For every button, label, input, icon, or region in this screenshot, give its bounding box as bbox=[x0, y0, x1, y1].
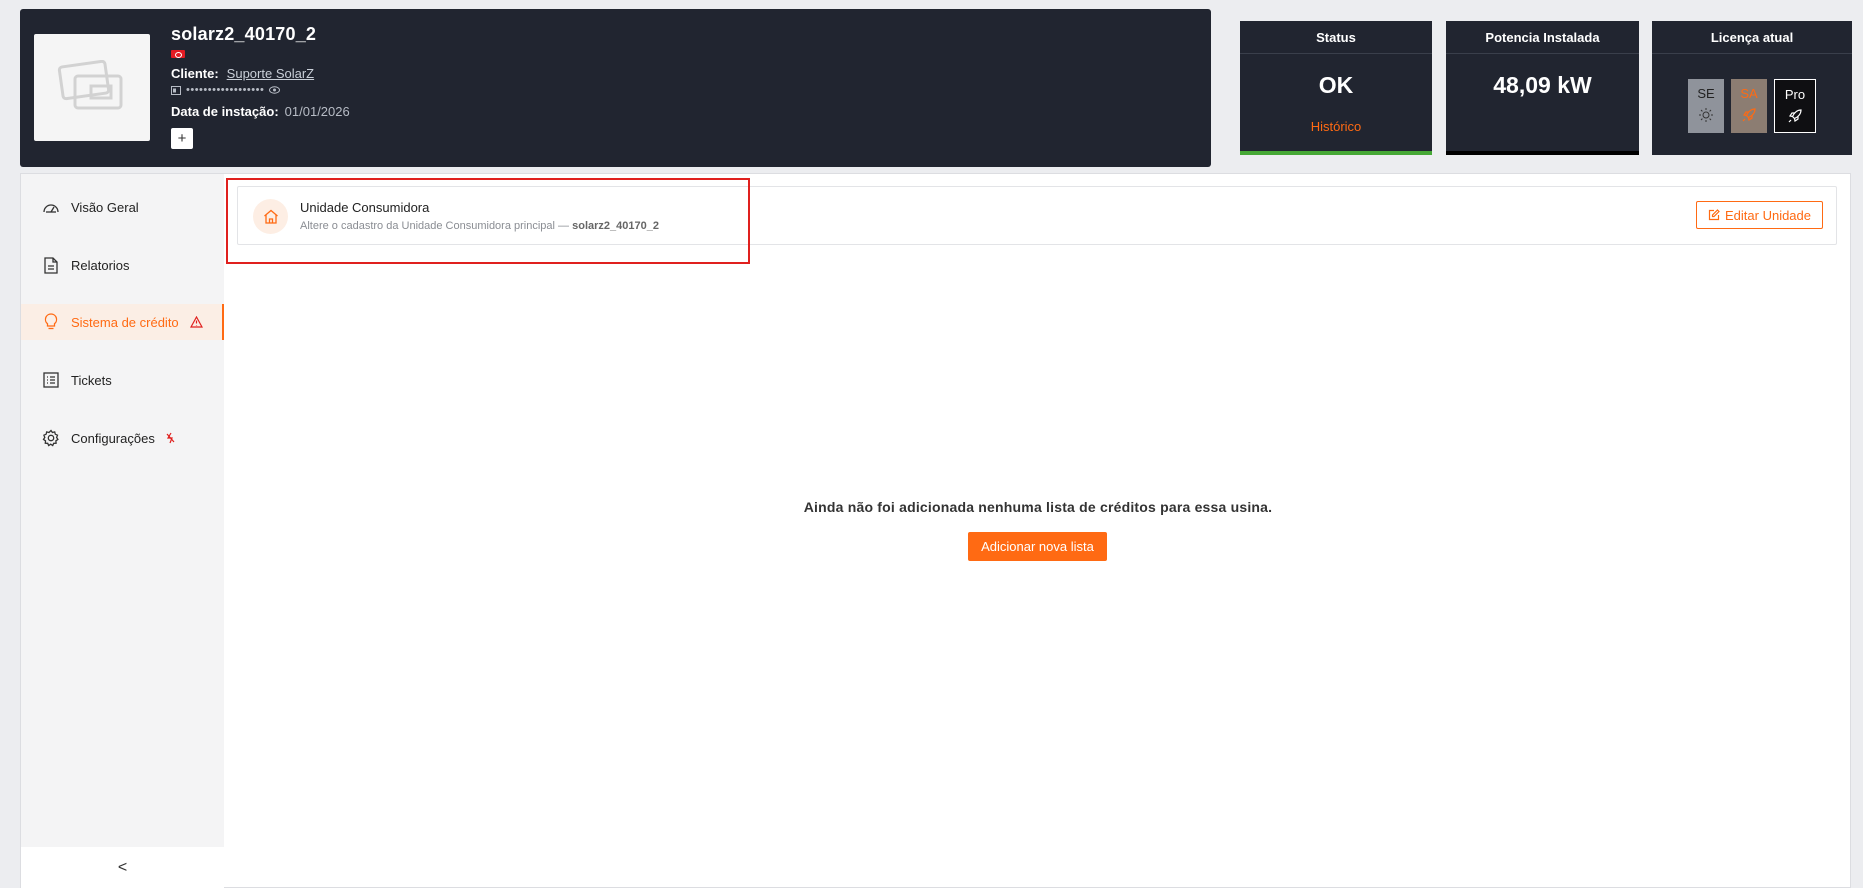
add-new-list-button[interactable]: Adicionar nova lista bbox=[968, 532, 1107, 561]
license-card: Licença atual SE SA Pro bbox=[1652, 21, 1852, 155]
sidebar-collapse-button[interactable]: < bbox=[21, 847, 224, 888]
license-tier-se[interactable]: SE bbox=[1688, 79, 1724, 133]
installed-power-value: 48,09 kW bbox=[1493, 72, 1592, 98]
consumer-unit-title: Unidade Consumidora bbox=[300, 200, 430, 215]
speedometer-icon bbox=[42, 198, 60, 216]
list-icon bbox=[42, 371, 60, 389]
license-tier-pro[interactable]: Pro bbox=[1774, 79, 1816, 133]
sun-icon bbox=[1699, 108, 1713, 122]
lightbulb-icon bbox=[42, 313, 60, 331]
sidebar-item-label: Relatorios bbox=[71, 257, 130, 273]
status-card: Status OK Histórico bbox=[1240, 21, 1432, 155]
sidebar-item-sistema-de-credito[interactable]: Sistema de crédito bbox=[21, 304, 224, 340]
installed-power-card: Potencia Instalada 48,09 kW bbox=[1446, 21, 1639, 155]
plant-image-placeholder bbox=[34, 34, 150, 141]
sidebar-item-label: Visão Geral bbox=[71, 199, 139, 215]
gear-icon bbox=[42, 429, 60, 447]
eye-icon[interactable] bbox=[269, 86, 281, 94]
install-date-label: Data de instação: bbox=[171, 104, 279, 119]
sidebar-item-label: Sistema de crédito bbox=[71, 314, 179, 330]
client-label: Cliente: bbox=[171, 66, 219, 81]
installed-power-title: Potencia Instalada bbox=[1446, 21, 1639, 54]
consumer-unit-name: solarz2_40170_2 bbox=[572, 220, 659, 232]
license-tier-sa[interactable]: SA bbox=[1731, 79, 1767, 133]
lightning-off-icon bbox=[166, 432, 175, 444]
rocket-icon bbox=[1742, 108, 1756, 122]
house-icon bbox=[253, 199, 288, 234]
id-card-icon bbox=[171, 85, 181, 95]
consumer-unit-subtitle: Altere o cadastro da Unidade Consumidora… bbox=[300, 220, 659, 232]
status-title: Status bbox=[1240, 21, 1432, 54]
sidebar-item-configuracoes[interactable]: Configurações bbox=[21, 420, 224, 456]
image-placeholder-icon bbox=[57, 59, 123, 109]
warning-icon bbox=[189, 316, 203, 328]
sidebar-item-label: Configurações bbox=[71, 430, 155, 446]
consumer-unit-card: Unidade Consumidora Altere o cadastro da… bbox=[237, 186, 1837, 245]
sidebar-item-visao-geral[interactable]: Visão Geral bbox=[21, 189, 224, 225]
document-icon bbox=[42, 256, 60, 274]
sidebar-item-relatorios[interactable]: Relatorios bbox=[21, 247, 224, 283]
edit-unit-button[interactable]: Editar Unidade bbox=[1696, 201, 1823, 229]
sidebar-item-tickets[interactable]: Tickets bbox=[21, 362, 224, 398]
status-value: OK bbox=[1318, 72, 1354, 98]
power-bar bbox=[1446, 151, 1639, 155]
history-link[interactable]: Histórico bbox=[1240, 119, 1432, 134]
sidebar-item-label: Tickets bbox=[71, 372, 112, 388]
password-mask: •••••••••••••••••• bbox=[186, 84, 265, 96]
plant-name: solarz2_40170_2 bbox=[171, 24, 317, 44]
client-link[interactable]: Suporte SolarZ bbox=[227, 66, 314, 81]
status-bar bbox=[1240, 151, 1432, 155]
license-title: Licença atual bbox=[1652, 21, 1852, 54]
install-date-value: 01/01/2026 bbox=[284, 104, 350, 119]
empty-credit-list-message: Ainda não foi adicionada nenhuma lista d… bbox=[803, 499, 1273, 515]
plant-header-card: solarz2_40170_2 Cliente: Suporte SolarZ … bbox=[20, 9, 1211, 167]
sidebar: Visão Geral Relatorios Sistema de crédit… bbox=[21, 174, 224, 847]
country-flag-icon bbox=[171, 50, 185, 58]
main-content: Visão Geral Relatorios Sistema de crédit… bbox=[20, 173, 1851, 888]
add-button[interactable]: + bbox=[171, 128, 193, 149]
edit-icon bbox=[1708, 209, 1720, 221]
rocket-icon bbox=[1788, 109, 1802, 123]
